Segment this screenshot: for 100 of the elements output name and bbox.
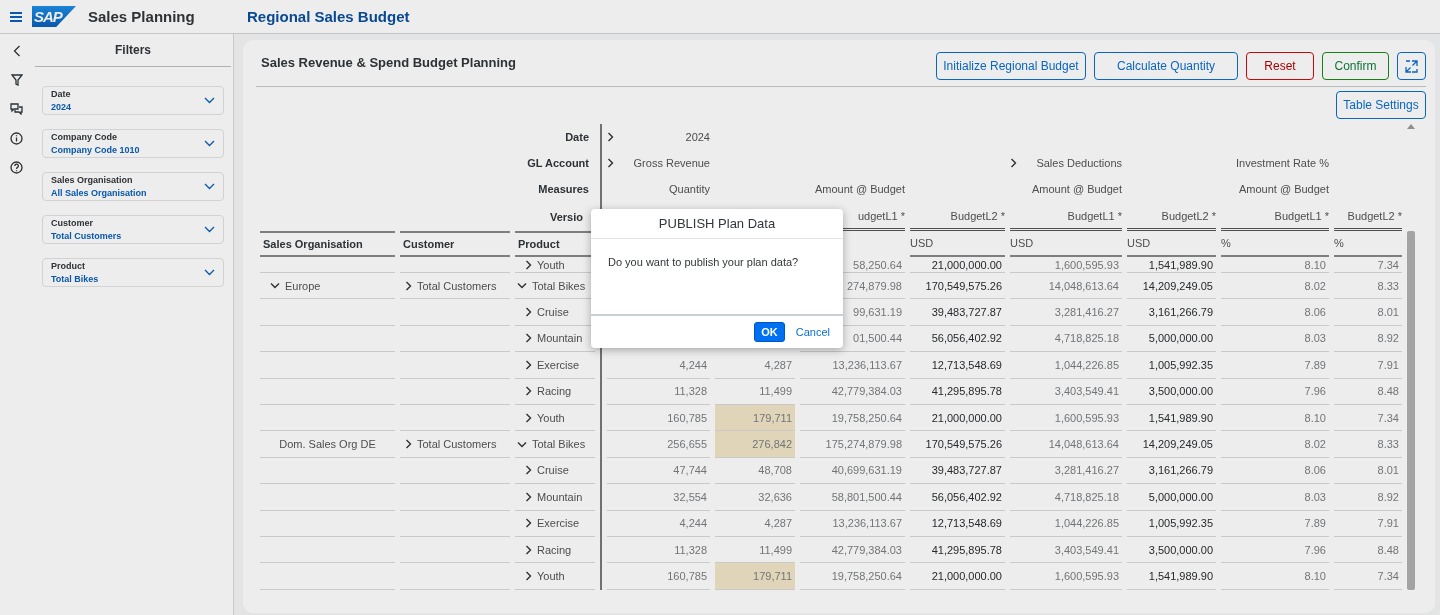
table-cell[interactable]: 1,541,989.90 [1127,563,1216,590]
chevron-right-icon[interactable] [405,280,412,291]
chevron-right-icon[interactable] [525,518,532,529]
table-cell: 4,244 [607,352,710,379]
table-cell[interactable]: 41,295,895.78 [910,536,1005,564]
table-cell[interactable]: 56,056,402.92 [910,484,1005,511]
action-button[interactable]: Calculate Quantity [1094,52,1238,80]
chevron-right-icon[interactable] [525,386,532,397]
version-header: BudgetL2 * [1127,202,1216,231]
chevron-right-icon[interactable] [525,544,532,555]
info-icon[interactable] [8,130,25,146]
filter-dropdown[interactable]: Sales Organisation All Sales Organisation [42,172,224,201]
table-cell: 7.96 [1221,378,1329,405]
table-cell[interactable]: 56,056,402.92 [910,325,1005,353]
chevron-right-icon[interactable] [525,465,532,476]
chevron-right-icon[interactable] [525,571,532,581]
table-cell[interactable]: 1,005,992.35 [1127,510,1216,537]
help-icon[interactable] [8,159,25,175]
product-cell: Youth [537,570,565,582]
version-header: BudgetL2 * [910,202,1005,231]
table-cell[interactable]: 39,483,727.87 [910,299,1005,326]
chat-icon[interactable] [8,101,25,117]
table-cell: 14,048,613.64 [1010,431,1122,458]
filter-label: Product [51,261,86,271]
table-cell[interactable]: 5,000,000.00 [1127,484,1216,511]
table-settings-button[interactable]: Table Settings [1336,91,1426,119]
table-cell: 3,281,416.27 [1010,457,1122,485]
filter-dropdown[interactable]: Customer Total Customers [42,215,224,244]
table-cell[interactable]: 3,161,266.79 [1127,457,1216,485]
product-cell: Total Bikes [532,279,586,292]
product-cell: Exercise [537,517,580,530]
scrollbar[interactable] [1407,231,1415,590]
table-cell: 58,801,500.44 [800,484,905,511]
chevron-right-icon[interactable] [607,132,614,142]
table-cell[interactable]: 12,713,548.69 [910,510,1005,537]
chevron-right-icon[interactable] [525,307,532,318]
table-cell[interactable]: 21,000,000.00 [910,257,1005,273]
table-cell[interactable]: 1,541,989.90 [1127,404,1216,432]
table-cell[interactable]: 21,000,000.00 [910,404,1005,432]
reset-button[interactable]: Reset [1246,52,1314,80]
table-cell: 256,655 [607,431,710,458]
table-cell: 8.02 [1221,431,1329,458]
table-cell[interactable]: 3,500,000.00 [1127,378,1216,405]
chevron-right-icon[interactable] [1010,158,1017,168]
chevron-down-icon[interactable] [517,282,527,290]
unit-header: % [1334,231,1402,257]
filter-value: Total Customers [51,231,123,241]
chevron-right-icon[interactable] [525,491,532,502]
unit-header: USD [910,231,1005,257]
table-cell[interactable]: 170,549,575.26 [910,431,1005,458]
table-cell: 7.91 [1334,510,1402,537]
product-cell: Total Bikes [532,438,586,451]
chevron-right-icon[interactable] [525,333,532,344]
chevron-right-icon[interactable] [525,359,532,370]
filter-value: All Sales Organisation [51,188,148,198]
menu-icon[interactable] [10,11,22,22]
table-cell[interactable]: 21,000,000.00 [910,563,1005,590]
table-cell[interactable]: 12,713,548.69 [910,352,1005,379]
scroll-up-icon[interactable] [1407,124,1415,129]
confirm-button[interactable]: Confirm [1322,52,1389,80]
table-cell: 7.89 [1221,352,1329,379]
table-cell[interactable]: 41,295,895.78 [910,378,1005,405]
filter-dropdown[interactable]: Company Code Company Code 1010 [42,129,224,158]
product-cell: Cruise [537,464,569,477]
table-cell[interactable]: 39,483,727.87 [910,457,1005,485]
table-cell: 32,636 [715,484,795,511]
table-cell[interactable]: 1,005,992.35 [1127,352,1216,379]
dimension-member: Quantity [669,183,710,195]
ok-button[interactable]: OK [754,322,785,342]
chevron-down-icon[interactable] [517,440,527,448]
filter-dropdown[interactable]: Product Total Bikes [42,258,224,287]
table-cell[interactable]: 5,000,000.00 [1127,325,1216,353]
app-title: Sales Planning [88,8,196,25]
table-cell[interactable]: 14,209,249.05 [1127,431,1216,458]
unit-header: USD [1010,231,1122,257]
product-cell: Mountain [537,332,583,345]
version-header: BudgetL2 * [1334,202,1402,231]
table-cell: 8.92 [1334,325,1402,353]
dimension-member: Sales Deductions [1036,157,1122,169]
table-cell: 11,328 [607,378,710,405]
table-cell[interactable]: 170,549,575.26 [910,273,1005,300]
chevron-right-icon[interactable] [525,412,532,423]
table-cell: 7.89 [1221,510,1329,537]
chevron-right-icon[interactable] [607,158,614,168]
table-cell: 4,244 [607,510,710,537]
product-cell: Cruise [537,306,569,319]
chevron-right-icon[interactable] [405,439,412,450]
filter-label: Date [51,89,72,99]
table-cell[interactable]: 3,500,000.00 [1127,536,1216,564]
sales-org-cell: Europe [285,279,321,292]
filter-icon[interactable] [8,72,25,88]
exit-fullscreen-button[interactable] [1397,52,1426,80]
table-cell: 7.34 [1334,404,1402,432]
action-button[interactable]: Initialize Regional Budget [936,52,1086,80]
table-cell[interactable]: 14,209,249.05 [1127,273,1216,300]
table-cell[interactable]: 3,161,266.79 [1127,299,1216,326]
filter-dropdown[interactable]: Date 2024 [42,86,224,115]
chevron-right-icon[interactable] [525,259,532,270]
chevron-down-icon[interactable] [270,282,280,290]
table-cell[interactable]: 1,541,989.90 [1127,257,1216,273]
